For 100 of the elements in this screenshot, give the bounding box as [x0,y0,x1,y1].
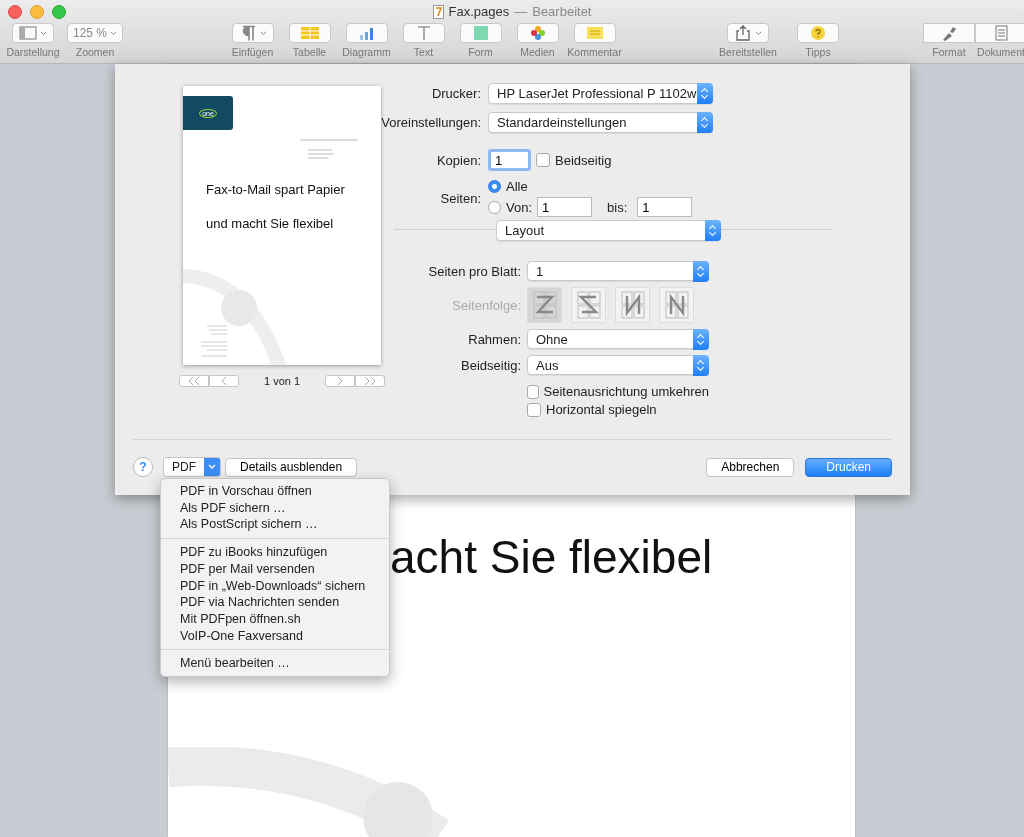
flower-icon [528,25,547,41]
chart-toolbar-button[interactable] [345,23,388,43]
page-indicator: 1 von 1 [263,375,301,387]
menu-item[interactable]: PDF per Mail versenden [161,560,389,578]
toolbar-label: Zoomen [75,46,115,58]
stepper-icon [693,261,709,282]
page-order-icon [619,291,646,319]
table-icon [300,25,319,41]
share-toolbar-button[interactable] [727,23,769,43]
chevron-down-icon [259,30,267,36]
bar-chart-icon [357,25,376,41]
hide-details-button[interactable]: Details ausblenden [225,457,358,477]
toolbar-label: Diagramm [342,46,391,58]
next-page-button[interactable] [325,375,355,387]
menu-item[interactable]: PDF via Nachrichten senden [161,594,389,611]
field-label: Voreinstellungen: [381,115,481,130]
preview-heading: und macht Sie flexibel [206,216,335,233]
chevron-down-icon [755,30,762,36]
footer-lines-drawing [199,324,229,358]
comment-toolbar-button[interactable] [573,23,616,43]
sidebar-icon [19,25,37,41]
toolbar-label: Format [932,46,966,58]
stepper-icon [705,220,721,241]
square-icon [471,25,490,41]
minimize-button[interactable] [30,5,44,19]
toolbar-label: Darstellung [6,46,60,58]
menu-item[interactable]: PDF in Vorschau öffnen [161,483,389,500]
checkbox[interactable] [527,384,539,399]
lightbulb-icon [809,25,827,41]
format-toolbar-button[interactable] [923,23,975,43]
menu-item[interactable]: Menü bearbeiten … [161,655,389,673]
text-toolbar-button[interactable] [402,23,445,43]
checkbox-label: Horizontal spiegeln [546,402,657,417]
pdf-menu-button[interactable]: PDF [163,457,221,477]
presets-select[interactable]: Standardeinstellungen [488,112,713,133]
stepper-icon [697,112,713,133]
toolbar-label: Tipps [805,46,831,58]
chevron-left-icon [221,377,227,385]
document-heading: acht Sie flexibel [390,530,713,584]
shape-toolbar-button[interactable] [459,23,502,43]
field-label: Seiten pro Blatt: [427,263,521,279]
previous-page-button[interactable] [209,375,239,387]
menu-item[interactable]: PDF in „Web-Downloads“ sichern [161,577,389,595]
stepper-icon [697,83,713,104]
stepper-icon [693,329,709,350]
document-icon [992,25,1010,41]
toolbar-label: Text [413,46,434,58]
toolbar-label: Kommentar [567,46,622,58]
menu-item[interactable]: Mit PDFpen öffnen.sh [161,610,389,628]
title-separator: — [514,4,528,19]
document-status: Bearbeitet [532,4,592,19]
checkbox-label: Beidseitig [555,152,612,168]
brush-icon [940,25,958,41]
toolbar-label: Form [468,46,493,58]
double-chevron-left-icon [188,377,200,385]
note-icon [585,25,604,41]
tips-toolbar-button[interactable] [797,23,839,43]
insert-toolbar-button[interactable] [231,23,274,43]
menu-item[interactable]: Als PDF sichern … [161,499,389,517]
cancel-button[interactable]: Abbrechen [706,457,795,477]
field-label: Seiten: [439,190,481,206]
from-page-field[interactable]: 1 [537,197,593,217]
menu-item[interactable]: VoIP-One Faxversand [161,627,389,645]
first-page-button[interactable] [179,375,209,387]
view-toolbar-button[interactable] [12,23,54,43]
pages-per-sheet-select[interactable]: 1 [527,261,709,281]
border-select[interactable]: Ohne [527,329,709,349]
last-page-button[interactable] [355,375,385,387]
page-order-icon [663,291,690,319]
radio-button[interactable] [488,200,501,214]
document-toolbar-button[interactable] [975,23,1024,43]
field-label: Kopien: [435,152,481,168]
duplex-select[interactable]: Aus [527,355,709,375]
menu-item[interactable]: Als PostScript sichern … [161,516,389,534]
toolbar-label: Medien [520,46,555,58]
zoom-dropdown[interactable]: 125 % [67,23,123,43]
chevron-down-icon [110,30,117,36]
close-button[interactable] [8,5,22,19]
field-label: Rahmen: [467,331,521,347]
printer-select[interactable]: HP LaserJet Professional P 1102w [488,83,713,104]
to-page-field[interactable]: 1 [637,197,693,217]
menu-item[interactable]: PDF zu iBooks hinzufügen [161,544,389,561]
document-icon [432,4,444,19]
zoom-button[interactable] [52,5,66,19]
copies-field[interactable]: 1 [488,149,531,171]
field-label: Seitenfolge: [451,297,521,313]
table-toolbar-button[interactable] [288,23,331,43]
section-select[interactable]: Layout [496,220,721,241]
media-toolbar-button[interactable] [516,23,559,43]
page-order-icon [575,291,602,319]
checkbox[interactable] [527,402,541,417]
radio-button[interactable] [488,180,501,193]
field-label: Beidseitig: [460,357,521,373]
checkbox[interactable] [536,153,550,167]
radio-label: Alle [506,179,528,194]
preview-heading: Fax-to-Mail spart Papier [206,182,346,199]
radio-label: Von: [506,199,533,215]
field-label: bis: [607,199,628,215]
checkbox-label: Seitenausrichtung umkehren [543,384,709,399]
toolbar-label: Bereitstellen [719,46,777,58]
